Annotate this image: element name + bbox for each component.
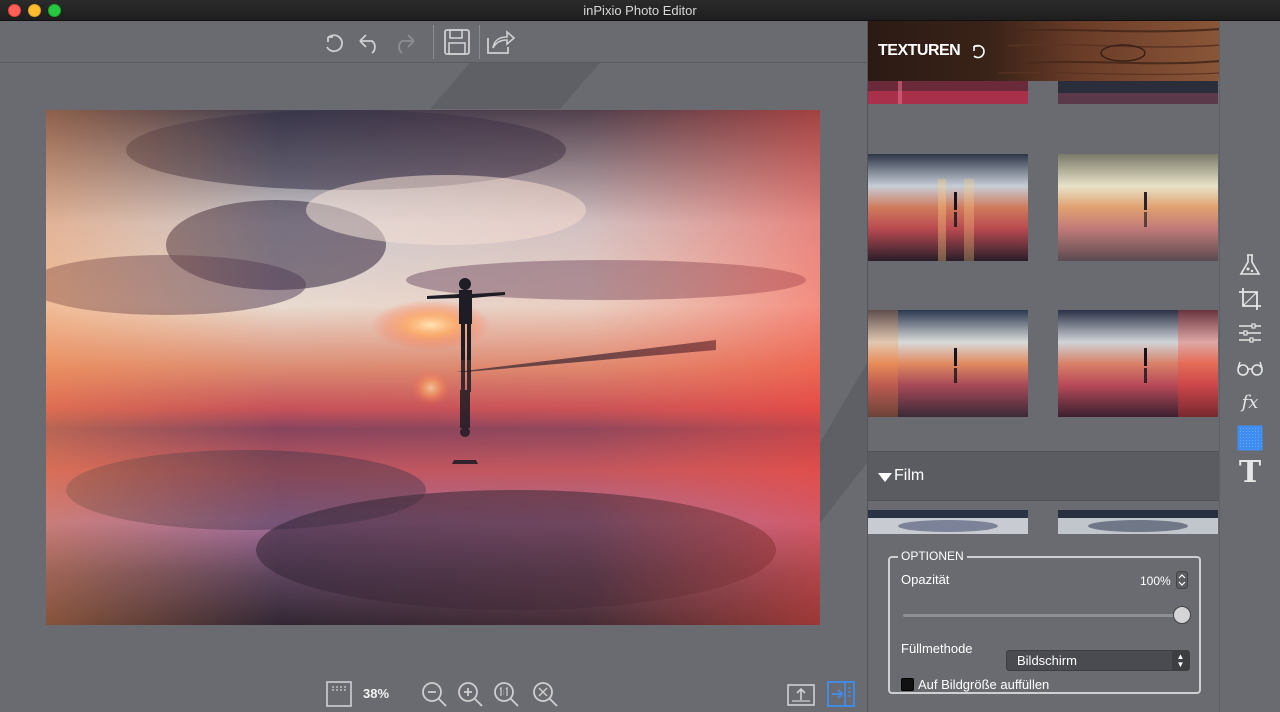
zoom-out-icon [422, 682, 447, 707]
texture-thumbnail[interactable] [1058, 310, 1218, 417]
zoom-in-icon [458, 682, 483, 707]
texture-thumbnail[interactable] [1058, 154, 1218, 261]
opacity-value: 100% [1140, 574, 1171, 588]
top-toolbar [0, 21, 867, 63]
redo-icon [398, 34, 415, 54]
fit-screen-icon [326, 681, 352, 707]
share-button[interactable] [485, 27, 515, 57]
options-title: OPTIONEN [898, 549, 967, 563]
zoom-in-button[interactable] [455, 680, 485, 708]
zoom-out-button[interactable] [419, 680, 449, 708]
actual-size-icon [494, 682, 519, 707]
sliders-icon [1239, 323, 1261, 343]
reset-icon [973, 44, 985, 59]
tool-strip: fx T [1219, 21, 1280, 712]
blend-mode-value: Bildschirm [1017, 653, 1077, 668]
texture-thumbnail[interactable] [868, 81, 1028, 104]
stepper-arrows-icon [1178, 574, 1186, 586]
undo-icon [359, 34, 376, 54]
text-icon: T [1238, 455, 1262, 490]
thumbnail-image [868, 154, 1028, 261]
upload-button[interactable] [786, 680, 816, 708]
undo-button[interactable] [354, 27, 384, 57]
filters-tool-button[interactable]: fx [1235, 387, 1265, 417]
select-arrows-icon: ▲ ▼ [1172, 651, 1189, 670]
bottom-toolbar: 38% [0, 676, 867, 712]
fx-icon: fx [1241, 391, 1259, 413]
text-tool-button[interactable]: T [1235, 458, 1265, 488]
thumbnail-image [1058, 81, 1218, 104]
blend-mode-label: Füllmethode [901, 641, 973, 656]
adjustments-tool-button[interactable] [1235, 318, 1265, 348]
opacity-slider-handle[interactable] [1173, 606, 1191, 624]
crop-tool-button[interactable] [1235, 284, 1265, 314]
thumbnail-image [868, 81, 1028, 104]
panel-toggle-button[interactable] [826, 680, 856, 708]
expand-arrow-icon [878, 473, 892, 482]
opacity-slider-track[interactable] [903, 614, 1182, 617]
texture-thumbnail[interactable] [1058, 81, 1218, 104]
texture-icon [1237, 425, 1263, 451]
zoom-level: 38% [363, 686, 390, 701]
title-bar: inPixio Photo Editor [0, 0, 1280, 21]
fill-to-size-checkbox[interactable] [901, 678, 914, 691]
zoom-fit-button[interactable] [530, 680, 560, 708]
glasses-icon [1237, 361, 1263, 376]
redo-button[interactable] [390, 27, 420, 57]
photo-canvas[interactable] [0, 63, 867, 676]
panel-header: TEXTUREN [868, 21, 1219, 81]
app-window: inPixio Photo Editor 38% TEXTUREN Film O… [0, 0, 1280, 712]
thumbnail-image [1058, 154, 1218, 261]
edited-photo[interactable] [46, 110, 820, 625]
upload-icon [787, 684, 815, 706]
reset-button[interactable] [318, 27, 348, 57]
panel-toggle-icon [827, 681, 855, 707]
zoom-fit-icon [533, 682, 558, 707]
portrait-tool-button[interactable] [1235, 353, 1265, 383]
opacity-label: Opazität [901, 572, 950, 587]
film-category-header[interactable]: Film [868, 451, 1219, 501]
thumbnail-image [868, 310, 1028, 417]
texture-thumbnail[interactable] [868, 310, 1028, 417]
window-title: inPixio Photo Editor [583, 3, 697, 18]
opacity-stepper[interactable] [1176, 571, 1188, 589]
share-icon [487, 30, 515, 54]
texture-thumbnail[interactable] [1058, 510, 1218, 534]
flask-icon [1239, 254, 1261, 275]
options-area: OPTIONEN Opazität 100% Füllmethode Bilds… [868, 534, 1219, 712]
sunset-photo-image [46, 110, 820, 625]
film-category-label: Film [894, 467, 925, 484]
thumbnail-image [868, 510, 1028, 534]
reset-icon [326, 34, 343, 53]
effects-tool-button[interactable] [1235, 250, 1265, 280]
save-icon [444, 29, 470, 55]
textures-panel: TEXTUREN Film OPTIONEN Opazität 100% Fül… [867, 21, 1219, 712]
textures-tool-button[interactable] [1235, 423, 1265, 453]
thumbnail-image [1058, 310, 1218, 417]
fill-to-size-label: Auf Bildgröße auffüllen [918, 677, 1050, 692]
toolbar-divider [479, 25, 480, 59]
crop-icon [1239, 288, 1261, 310]
save-button[interactable] [442, 27, 472, 57]
panel-title: TEXTUREN [878, 42, 961, 59]
texture-thumbnail[interactable] [868, 510, 1028, 534]
thumbnail-image [1058, 510, 1218, 534]
reset-textures-button[interactable] [969, 41, 989, 61]
toolbar-divider [433, 25, 434, 59]
texture-thumbnail[interactable] [868, 154, 1028, 261]
blend-mode-select[interactable]: Bildschirm ▲ ▼ [1006, 650, 1190, 671]
actual-size-button[interactable] [491, 680, 521, 708]
fit-screen-button[interactable] [324, 680, 354, 708]
